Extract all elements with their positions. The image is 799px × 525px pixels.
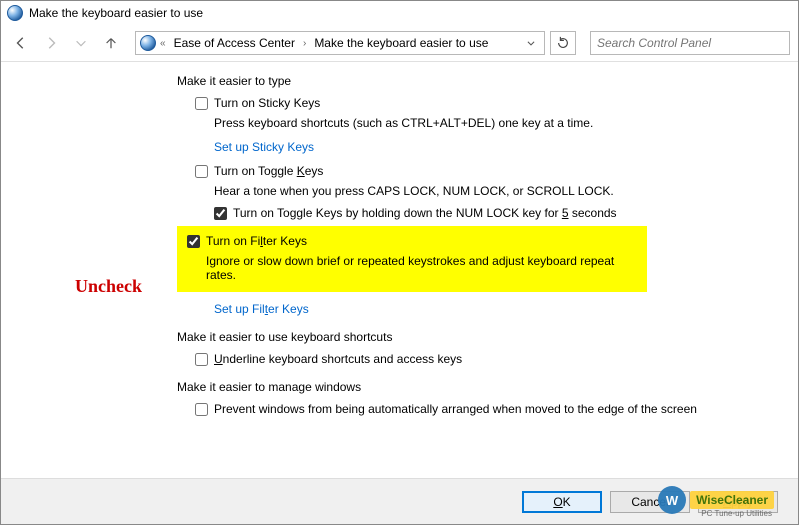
section-title-type: Make it easier to type [177, 74, 768, 88]
location-icon [140, 35, 156, 51]
refresh-button[interactable] [550, 31, 576, 55]
toggle-keys-label: Turn on Toggle Keys [214, 164, 323, 178]
sticky-keys-checkbox[interactable] [195, 97, 208, 110]
watermark: W WiseCleaner PC Tune-up Utilities [658, 486, 774, 514]
option-sticky-keys: Turn on Sticky Keys Press keyboard short… [195, 96, 768, 130]
app-icon [7, 5, 23, 21]
sticky-keys-link[interactable]: Set up Sticky Keys [214, 140, 768, 154]
filter-keys-link[interactable]: Set up Filter Keys [214, 302, 768, 316]
window-title: Make the keyboard easier to use [29, 6, 203, 20]
toggle-keys-desc: Hear a tone when you press CAPS LOCK, NU… [214, 184, 768, 198]
underline-shortcuts-label: Underline keyboard shortcuts and access … [214, 352, 462, 366]
prevent-arrange-checkbox[interactable] [195, 403, 208, 416]
uncheck-annotation: Uncheck [75, 276, 142, 297]
recent-dropdown-icon[interactable] [69, 31, 93, 55]
option-toggle-keys: Turn on Toggle Keys Hear a tone when you… [195, 164, 768, 220]
section-type: Make it easier to type Turn on Sticky Ke… [177, 74, 768, 316]
filter-keys-desc: Ignore or slow down brief or repeated ke… [206, 254, 637, 282]
forward-button [39, 31, 63, 55]
option-filter-keys-highlighted: Turn on Filter Keys Ignore or slow down … [177, 226, 647, 292]
back-button[interactable] [9, 31, 33, 55]
window-titlebar: Make the keyboard easier to use [1, 1, 798, 25]
prevent-arrange-label: Prevent windows from being automatically… [214, 402, 697, 416]
sticky-keys-desc: Press keyboard shortcuts (such as CTRL+A… [214, 116, 768, 130]
address-bar[interactable]: « Ease of Access Center › Make the keybo… [135, 31, 545, 55]
underline-shortcuts-checkbox[interactable] [195, 353, 208, 366]
section-shortcuts: Make it easier to use keyboard shortcuts… [177, 330, 768, 366]
up-button[interactable] [99, 31, 123, 55]
toggle-keys-checkbox[interactable] [195, 165, 208, 178]
watermark-subtitle: PC Tune-up Utilities [701, 509, 772, 518]
breadcrumb-sep-icon: « [160, 38, 166, 49]
content-area: Uncheck Make it easier to type Turn on S… [1, 66, 798, 483]
section-title-windows: Make it easier to manage windows [177, 380, 768, 394]
watermark-brand: WiseCleaner [690, 491, 774, 509]
watermark-badge-icon: W [658, 486, 686, 514]
section-title-shortcuts: Make it easier to use keyboard shortcuts [177, 330, 768, 344]
breadcrumb-current[interactable]: Make the keyboard easier to use [310, 36, 492, 50]
chevron-right-icon: › [303, 38, 306, 49]
toggle-keys-numlock-checkbox[interactable] [214, 207, 227, 220]
ok-button[interactable]: OK [522, 491, 602, 513]
nav-toolbar: « Ease of Access Center › Make the keybo… [1, 25, 798, 61]
sticky-keys-label: Turn on Sticky Keys [214, 96, 320, 110]
address-dropdown-icon[interactable] [522, 32, 540, 54]
divider [1, 61, 798, 62]
breadcrumb-parent[interactable]: Ease of Access Center [170, 36, 299, 50]
search-input[interactable] [590, 31, 790, 55]
toggle-keys-numlock-label: Turn on Toggle Keys by holding down the … [233, 206, 617, 220]
filter-keys-label: Turn on Filter Keys [206, 234, 307, 248]
dialog-footer: OK Cancel Apply W WiseCleaner PC Tune-up… [1, 478, 798, 524]
section-windows: Make it easier to manage windows Prevent… [177, 380, 768, 416]
filter-keys-checkbox[interactable] [187, 235, 200, 248]
